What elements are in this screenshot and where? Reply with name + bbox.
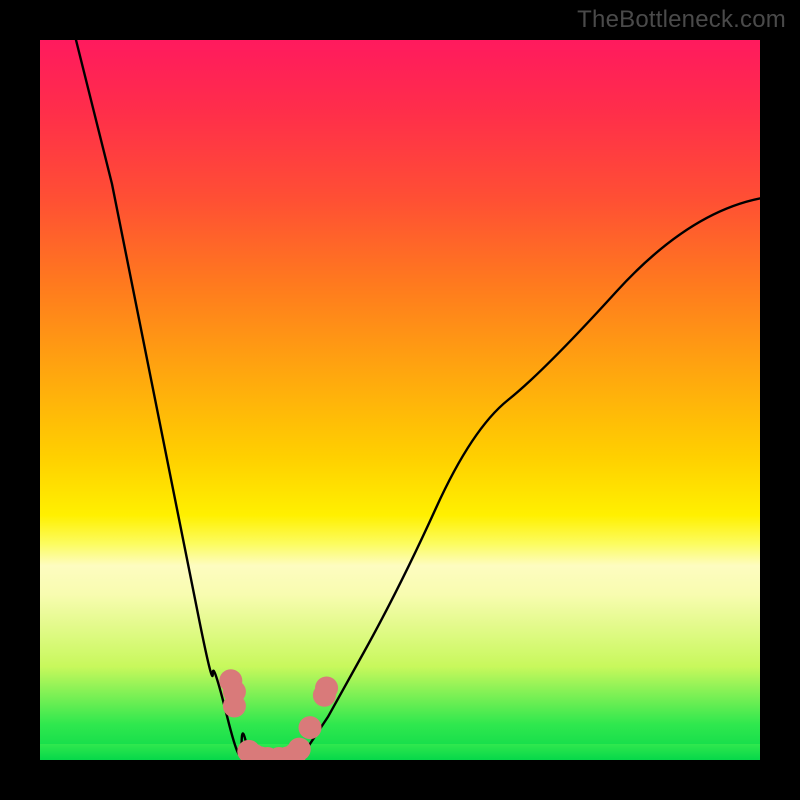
marker-dot (223, 694, 246, 717)
plot-area (40, 40, 760, 760)
curve-markers (219, 669, 338, 760)
marker-dot (315, 676, 338, 699)
watermark-text: TheBottleneck.com (577, 6, 786, 34)
curve-layer (40, 40, 760, 760)
marker-dot (298, 716, 321, 739)
series-left-branch (76, 40, 256, 760)
series-right-branch (299, 198, 760, 760)
marker-dot (288, 738, 311, 760)
bottleneck-curve (76, 40, 760, 760)
chart-stage: TheBottleneck.com (0, 0, 800, 800)
